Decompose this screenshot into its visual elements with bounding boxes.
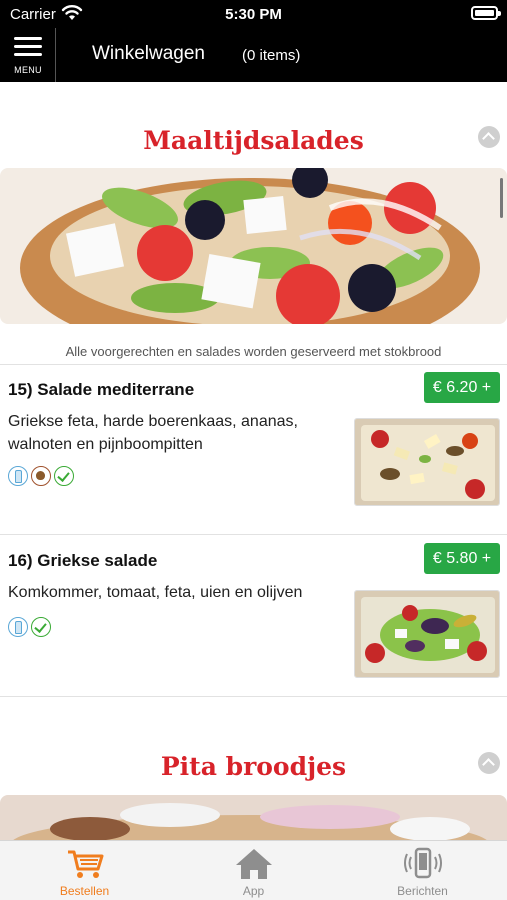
pita-photo [0, 795, 507, 840]
tab-bestellen[interactable]: Bestellen [0, 841, 169, 900]
vegetarian-icon [54, 466, 74, 486]
product-name: 15) Salade mediterrane [8, 380, 195, 399]
section-title: Maaltijdsalades [143, 126, 364, 155]
status-bar: Carrier 5:30 PM [0, 0, 507, 28]
hamburger-icon [14, 37, 42, 57]
collapse-section-button[interactable] [478, 752, 500, 774]
cart-icon [68, 850, 104, 878]
battery-icon [471, 6, 501, 20]
tab-app[interactable]: App [169, 841, 338, 900]
home-icon [236, 849, 272, 879]
add-to-cart-price-button[interactable]: € 5.80 + [424, 543, 500, 574]
phone-vibrate-icon [404, 847, 442, 879]
milk-icon [8, 466, 28, 486]
menu-list[interactable]: Maaltijdsalades Alle voorgerechten en sa… [0, 82, 507, 840]
nav-bar: MENU Winkelwagen (0 items) [0, 28, 507, 82]
divider [0, 364, 507, 365]
tab-label: App [242, 884, 265, 898]
tab-bar: Bestellen App Berichten [0, 840, 507, 900]
section-banner-image [0, 795, 507, 840]
add-to-cart-price-button[interactable]: € 6.20 + [424, 372, 500, 403]
product-name: 16) Griekse salade [8, 551, 158, 570]
salad-photo [0, 168, 507, 324]
cart-item-count[interactable]: (0 items) [242, 47, 300, 64]
product-image [354, 418, 500, 506]
section-banner-image [0, 168, 507, 324]
section-title: Pita broodjes [160, 752, 347, 781]
tab-label: Bestellen [59, 884, 110, 898]
top-bar: Carrier 5:30 PM MENU Winkelwagen (0 item… [0, 0, 507, 82]
menu-label: MENU [14, 65, 42, 75]
divider [0, 696, 507, 697]
nut-icon [31, 466, 51, 486]
tab-label: Berichten [397, 884, 448, 898]
app-screen: Carrier 5:30 PM MENU Winkelwagen (0 item… [0, 0, 507, 900]
divider [0, 534, 507, 535]
milk-icon [8, 617, 28, 637]
collapse-section-button[interactable] [478, 126, 500, 148]
product-image [354, 590, 500, 678]
tab-berichten[interactable]: Berichten [338, 841, 507, 900]
section-note: Alle voorgerechten en salades worden ges… [65, 344, 442, 359]
vegetarian-icon [31, 617, 51, 637]
menu-button[interactable]: MENU [0, 28, 56, 82]
allergen-icons [8, 466, 77, 486]
scroll-indicator[interactable] [500, 178, 503, 218]
product-description: Komkommer, tomaat, feta, uien en olijven [8, 584, 303, 601]
allergen-icons [8, 617, 54, 637]
clock: 5:30 PM [225, 6, 282, 23]
cart-title[interactable]: Winkelwagen [92, 43, 205, 65]
product-description: Griekse feta, harde boerenkaas, ananas, … [8, 413, 298, 453]
